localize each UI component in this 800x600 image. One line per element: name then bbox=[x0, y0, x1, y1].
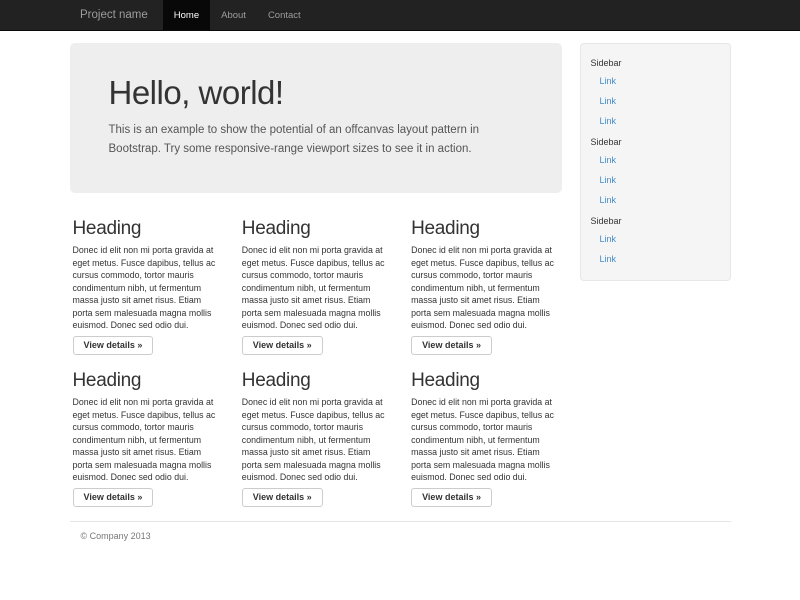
card: Heading Donec id elit non mi porta gravi… bbox=[408, 371, 561, 507]
card-body-text: Donec id elit non mi porta gravida at eg… bbox=[73, 244, 223, 332]
sidebar-group: Sidebar Link Link Link bbox=[591, 57, 720, 131]
card: Heading Donec id elit non mi porta gravi… bbox=[70, 219, 223, 355]
sidebar-link[interactable]: Link bbox=[591, 170, 720, 190]
card-heading: Heading bbox=[242, 371, 392, 391]
sidebar-group-title: Sidebar bbox=[591, 136, 720, 148]
nav-item-contact[interactable]: Contact bbox=[257, 0, 312, 30]
page-title: Hello, world! bbox=[109, 75, 523, 111]
sidebar-link[interactable]: Link bbox=[591, 111, 720, 131]
sidebar-group-title: Sidebar bbox=[591, 215, 720, 227]
nav-item-home[interactable]: Home bbox=[163, 0, 210, 30]
top-navbar: Project name Home About Contact bbox=[0, 0, 800, 31]
sidebar-panel: Sidebar Link Link Link Sidebar Link Link… bbox=[580, 43, 731, 281]
sidebar-link[interactable]: Link bbox=[591, 71, 720, 91]
view-details-button[interactable]: View details » bbox=[242, 336, 323, 356]
card-body-text: Donec id elit non mi porta gravida at eg… bbox=[73, 396, 223, 484]
navbar-brand[interactable]: Project name bbox=[68, 0, 163, 30]
card-body-text: Donec id elit non mi porta gravida at eg… bbox=[411, 396, 561, 484]
view-details-button[interactable]: View details » bbox=[242, 488, 323, 508]
card: Heading Donec id elit non mi porta gravi… bbox=[239, 219, 392, 355]
card-heading: Heading bbox=[411, 371, 561, 391]
sidebar-link[interactable]: Link bbox=[591, 91, 720, 111]
jumbotron-text: This is an example to show the potential… bbox=[109, 121, 509, 159]
cards-row-1: Heading Donec id elit non mi porta gravi… bbox=[70, 219, 562, 355]
card: Heading Donec id elit non mi porta gravi… bbox=[239, 371, 392, 507]
card-heading: Heading bbox=[242, 219, 392, 239]
page-footer: © Company 2013 bbox=[70, 521, 731, 541]
card-body-text: Donec id elit non mi porta gravida at eg… bbox=[242, 244, 392, 332]
nav-item-about[interactable]: About bbox=[210, 0, 257, 30]
card: Heading Donec id elit non mi porta gravi… bbox=[70, 371, 223, 507]
cards-row-2: Heading Donec id elit non mi porta gravi… bbox=[70, 371, 562, 507]
card-body-text: Donec id elit non mi porta gravida at eg… bbox=[411, 244, 561, 332]
jumbotron: Hello, world! This is an example to show… bbox=[70, 43, 562, 193]
sidebar-group: Sidebar Link Link Link bbox=[591, 136, 720, 210]
card-heading: Heading bbox=[73, 371, 223, 391]
card-heading: Heading bbox=[73, 219, 223, 239]
view-details-button[interactable]: View details » bbox=[73, 336, 154, 356]
view-details-button[interactable]: View details » bbox=[411, 488, 492, 508]
sidebar-group: Sidebar Link Link bbox=[591, 215, 720, 269]
sidebar-link[interactable]: Link bbox=[591, 190, 720, 210]
copyright-text: © Company 2013 bbox=[70, 531, 731, 541]
sidebar-group-title: Sidebar bbox=[591, 57, 720, 69]
main-content: Hello, world! This is an example to show… bbox=[70, 43, 562, 507]
sidebar-link[interactable]: Link bbox=[591, 229, 720, 249]
sidebar-link[interactable]: Link bbox=[591, 249, 720, 269]
sidebar-link[interactable]: Link bbox=[591, 150, 720, 170]
view-details-button[interactable]: View details » bbox=[411, 336, 492, 356]
card: Heading Donec id elit non mi porta gravi… bbox=[408, 219, 561, 355]
view-details-button[interactable]: View details » bbox=[73, 488, 154, 508]
page-container: Hello, world! This is an example to show… bbox=[70, 43, 731, 541]
card-body-text: Donec id elit non mi porta gravida at eg… bbox=[242, 396, 392, 484]
card-heading: Heading bbox=[411, 219, 561, 239]
